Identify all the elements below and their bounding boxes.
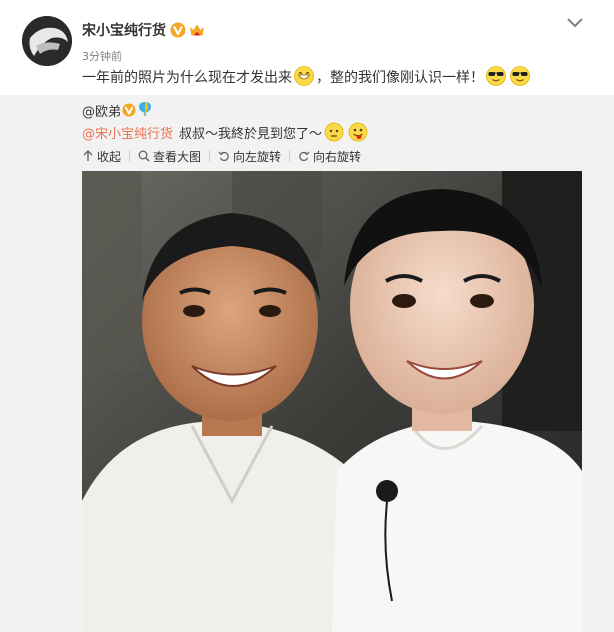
vip-crown-icon — [190, 24, 204, 36]
post-username[interactable]: 宋小宝纯行货 — [82, 20, 166, 40]
sunglasses-emoji-icon — [510, 66, 530, 86]
rotate-left-label: 向左旋转 — [233, 149, 282, 164]
view-large-label: 查看大图 — [153, 149, 202, 164]
post-text-main: 一年前的照片为什么现在才发出来 — [82, 70, 292, 86]
post-time[interactable]: 3分钟前 — [82, 48, 122, 64]
rotate-right-label: 向右旋转 — [313, 149, 362, 164]
divider — [209, 150, 211, 162]
magnifier-icon — [138, 150, 150, 162]
verified-badge-icon — [122, 103, 136, 117]
view-large-button[interactable]: 查看大图 — [138, 148, 201, 165]
weibo-post: 宋小宝纯行货 3分钟前 一年前的照片为什么现在才发出来 ，整的我们像刚认识一样！ — [0, 0, 614, 632]
comment-mention[interactable]: @宋小宝纯行货 — [82, 127, 173, 142]
divider — [289, 150, 291, 162]
arrow-up-icon — [83, 150, 93, 161]
post-photo[interactable] — [82, 171, 582, 632]
repost-comment: @宋小宝纯行货 叔叔～我終於見到您了～ — [82, 122, 370, 145]
rotate-left-button[interactable]: 向左旋转 — [218, 148, 281, 165]
collect-label: 收起 — [97, 149, 122, 164]
repost-username[interactable]: @欧弟 — [82, 101, 121, 120]
comment-text: 叔叔～我終於見到您了～ — [179, 127, 323, 142]
image-actions-bar: 收起 查看大图 向左旋转 向右旋转 — [82, 146, 361, 166]
laughing-emoji-icon — [294, 66, 314, 86]
selfie-photo-illustration — [82, 171, 582, 632]
rotate-right-button[interactable]: 向右旋转 — [298, 148, 361, 165]
balloon-icon — [139, 102, 151, 116]
rotate-left-icon — [218, 151, 229, 162]
divider — [129, 150, 131, 162]
embarrassed-emoji-icon — [324, 122, 344, 142]
rotate-right-icon — [299, 151, 310, 162]
chevron-down-icon[interactable] — [566, 16, 584, 30]
verified-badge-icon — [170, 22, 186, 38]
avatar[interactable] — [22, 16, 72, 66]
post-text-tail: ，整的我们像刚认识一样！ — [316, 70, 484, 86]
sunglasses-emoji-icon — [486, 66, 506, 86]
post-text: 一年前的照片为什么现在才发出来 ，整的我们像刚认识一样！ — [82, 66, 532, 88]
tongue-emoji-icon — [348, 122, 368, 142]
collect-button[interactable]: 收起 — [82, 148, 121, 165]
